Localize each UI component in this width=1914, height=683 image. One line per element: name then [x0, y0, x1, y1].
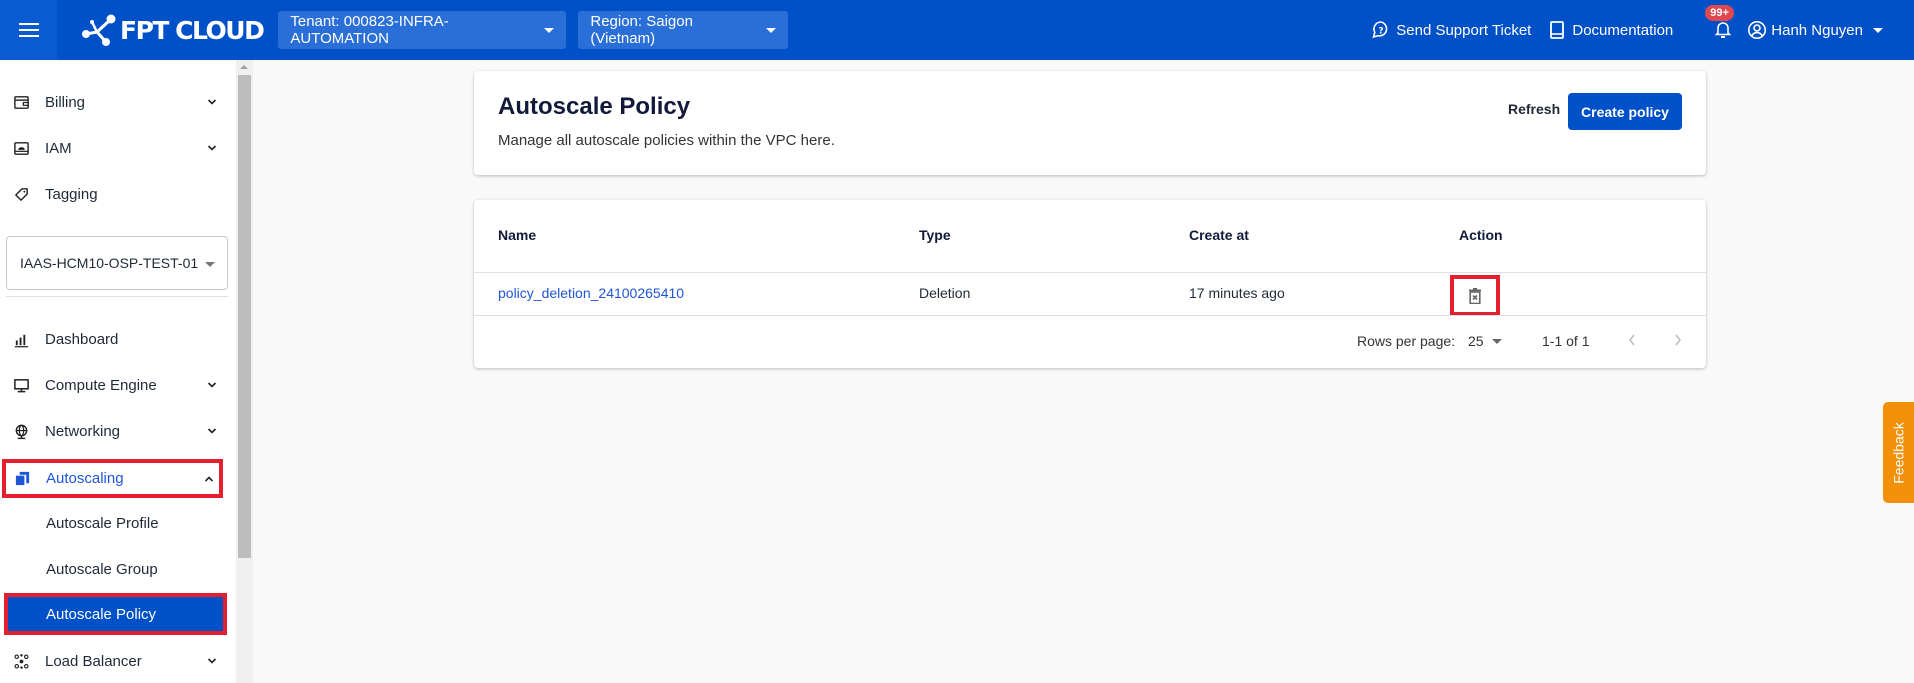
rows-per-page-select[interactable]: 25 — [1468, 333, 1502, 349]
sidebar-subitem-autoscale-profile[interactable]: Autoscale Profile — [0, 501, 228, 545]
sidebar-item-iam[interactable]: IAM — [0, 126, 228, 170]
sidebar-item-label: Load Balancer — [45, 653, 142, 670]
next-page-button[interactable] — [1670, 331, 1686, 349]
sidebar-item-label: Tagging — [45, 186, 98, 203]
chevron-right-icon — [1673, 333, 1683, 347]
tenant-select-value: Tenant: 000823-INFRA-AUTOMATION — [290, 13, 522, 47]
table-divider — [474, 272, 1706, 273]
region-select[interactable]: Region: Saigon (Vietnam) — [578, 11, 788, 49]
brand-logo[interactable]: FPT CLOUD — [80, 0, 263, 60]
page-subtitle: Manage all autoscale policies within the… — [498, 132, 835, 149]
hamburger-icon — [19, 22, 39, 38]
bar-chart-icon — [12, 330, 30, 348]
wallet-icon — [12, 93, 30, 111]
network-nodes-icon — [80, 13, 118, 47]
sidebar: Billing IAM Tagging IAAS-HCM10-OSP-TEST-… — [0, 60, 253, 683]
user-menu[interactable]: Hanh Nguyen — [1747, 20, 1883, 40]
chevron-down-icon — [206, 378, 218, 390]
scrollbar-thumb[interactable] — [238, 75, 251, 558]
send-support-ticket-label: Send Support Ticket — [1396, 22, 1531, 39]
column-header-action: Action — [1459, 227, 1503, 243]
globe-icon — [12, 422, 30, 440]
sidebar-item-label: Compute Engine — [45, 377, 157, 394]
rows-per-page-label: Rows per page: — [1357, 333, 1455, 349]
column-header-name[interactable]: Name — [498, 227, 536, 243]
column-header-type[interactable]: Type — [919, 227, 951, 243]
chevron-down-icon — [206, 141, 218, 153]
sidebar-item-label: Dashboard — [45, 331, 118, 348]
chevron-down-icon — [206, 95, 218, 107]
sidebar-item-label: Networking — [45, 423, 120, 440]
documentation-link[interactable]: Documentation — [1547, 20, 1673, 40]
id-card-icon — [12, 139, 30, 157]
policy-type: Deletion — [919, 285, 970, 301]
brand-name: FPT CLOUD — [120, 16, 263, 45]
chevron-down-icon — [206, 654, 218, 666]
sidebar-subitem-autoscale-group[interactable]: Autoscale Group — [0, 547, 228, 591]
sidebar-item-billing[interactable]: Billing — [0, 80, 228, 124]
rows-per-page-value: 25 — [1468, 333, 1484, 349]
autoscaling-icon — [13, 470, 31, 488]
sidebar-subitem-label: Autoscale Profile — [46, 515, 159, 532]
send-support-ticket-link[interactable]: ? Send Support Ticket — [1371, 20, 1531, 40]
feedback-tab[interactable]: Feedback — [1883, 402, 1914, 503]
caret-down-icon — [766, 28, 776, 33]
documentation-label: Documentation — [1572, 22, 1673, 39]
scroll-up-arrow-icon[interactable] — [240, 65, 248, 69]
caret-down-icon — [1492, 339, 1502, 344]
refresh-button[interactable]: Refresh — [1508, 101, 1560, 117]
chevron-left-icon — [1627, 333, 1637, 347]
page-title: Autoscale Policy — [498, 93, 690, 121]
top-bar: FPT CLOUD Tenant: 000823-INFRA-AUTOMATIO… — [0, 0, 1914, 60]
book-icon — [1547, 20, 1567, 40]
sidebar-item-label: Autoscaling — [46, 470, 124, 487]
user-avatar-icon — [1747, 20, 1767, 40]
column-header-create-at[interactable]: Create at — [1189, 227, 1249, 243]
load-balancer-icon — [12, 652, 30, 670]
caret-down-icon — [544, 28, 554, 33]
sidebar-item-load-balancer[interactable]: Load Balancer — [0, 639, 228, 683]
region-select-value: Region: Saigon (Vietnam) — [590, 13, 744, 47]
chevron-up-icon — [203, 472, 215, 484]
user-name: Hanh Nguyen — [1771, 22, 1863, 39]
top-right-actions: ? Send Support Ticket Documentation 99+ … — [1371, 0, 1914, 60]
caret-down-icon — [1873, 28, 1883, 33]
sidebar-item-autoscaling[interactable]: Autoscaling — [2, 459, 223, 498]
policy-created-at: 17 minutes ago — [1189, 285, 1285, 301]
delete-icon — [1468, 288, 1482, 304]
policy-name-link[interactable]: policy_deletion_24100265410 — [498, 285, 684, 301]
svg-text:?: ? — [1379, 27, 1384, 37]
tenant-select[interactable]: Tenant: 000823-INFRA-AUTOMATION — [278, 11, 566, 49]
sidebar-scrollbar[interactable] — [236, 60, 253, 683]
notification-count-badge: 99+ — [1705, 5, 1734, 21]
bell-icon — [1713, 19, 1733, 39]
table-divider — [474, 315, 1706, 316]
sidebar-item-dashboard[interactable]: Dashboard — [0, 317, 228, 361]
sidebar-subitem-label: Autoscale Policy — [46, 606, 156, 623]
sidebar-item-networking[interactable]: Networking — [0, 409, 228, 453]
help-chat-icon: ? — [1371, 20, 1391, 40]
delete-policy-button[interactable] — [1450, 275, 1500, 316]
vpc-select[interactable]: IAAS-HCM10-OSP-TEST-01 — [6, 236, 228, 290]
sidebar-item-label: Billing — [45, 94, 85, 111]
policies-table: Name Type Create at Action policy_deleti… — [474, 200, 1706, 368]
sidebar-divider — [6, 296, 228, 297]
create-policy-button[interactable]: Create policy — [1568, 93, 1682, 130]
pagination-range: 1-1 of 1 — [1542, 333, 1589, 349]
caret-down-icon — [205, 262, 215, 267]
feedback-label: Feedback — [1891, 422, 1907, 483]
monitor-icon — [12, 376, 30, 394]
sidebar-subitem-autoscale-policy[interactable]: Autoscale Policy — [4, 593, 227, 635]
sidebar-item-label: IAM — [45, 140, 72, 157]
sidebar-item-compute-engine[interactable]: Compute Engine — [0, 363, 228, 407]
tag-icon — [12, 185, 30, 203]
sidebar-subitem-label: Autoscale Group — [46, 561, 158, 578]
sidebar-item-tagging[interactable]: Tagging — [0, 172, 228, 216]
vpc-select-value: IAAS-HCM10-OSP-TEST-01 — [20, 255, 198, 271]
hamburger-menu-button[interactable] — [0, 0, 57, 60]
page-header-card: Autoscale Policy Manage all autoscale po… — [474, 71, 1706, 175]
notifications-button[interactable]: 99+ — [1713, 19, 1735, 41]
chevron-down-icon — [206, 424, 218, 436]
previous-page-button[interactable] — [1624, 331, 1640, 349]
